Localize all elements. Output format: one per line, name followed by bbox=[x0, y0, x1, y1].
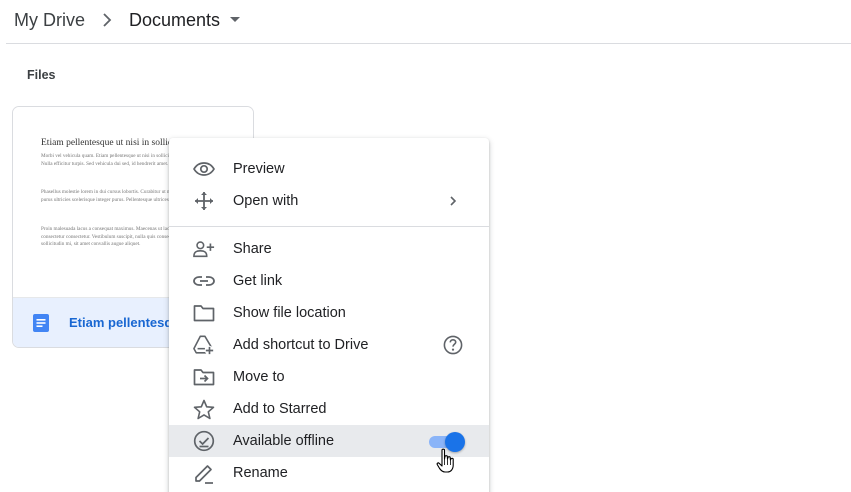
eye-icon bbox=[193, 158, 215, 180]
menu-item-label: Available offline bbox=[233, 433, 335, 449]
pencil-icon bbox=[193, 462, 215, 484]
menu-item-get-link[interactable]: Get link bbox=[169, 265, 489, 297]
files-section-label: Files bbox=[27, 68, 56, 82]
drive-page: My Drive Documents Files Etiam pellentes… bbox=[0, 0, 851, 492]
hand-pointer-cursor-icon bbox=[436, 448, 454, 473]
drive-shortcut-icon bbox=[193, 334, 215, 356]
person-add-icon bbox=[193, 238, 215, 260]
menu-item-label: Share bbox=[233, 241, 272, 257]
menu-item-label: Show file location bbox=[233, 305, 346, 321]
menu-item-preview[interactable]: Preview bbox=[169, 153, 489, 185]
menu-item-open-with[interactable]: Open with bbox=[169, 185, 489, 217]
menu-item-move-to[interactable]: Move to bbox=[169, 361, 489, 393]
breadcrumb-documents-label: Documents bbox=[129, 9, 221, 30]
menu-item-share[interactable]: Share bbox=[169, 233, 489, 265]
breadcrumb-documents[interactable]: Documents bbox=[129, 9, 241, 31]
menu-item-label: Open with bbox=[233, 193, 299, 209]
help-icon[interactable] bbox=[441, 333, 465, 357]
context-menu: Preview Open with Share Get link Show fi… bbox=[169, 138, 489, 492]
menu-item-label: Move to bbox=[233, 369, 285, 385]
folder-icon bbox=[193, 302, 215, 324]
menu-item-label: Add to Starred bbox=[233, 401, 327, 417]
breadcrumb-my-drive[interactable]: My Drive bbox=[14, 10, 85, 31]
menu-item-add-shortcut[interactable]: Add shortcut to Drive bbox=[169, 329, 489, 361]
chevron-right-icon bbox=[97, 10, 117, 30]
menu-item-label: Rename bbox=[233, 465, 288, 481]
move-arrows-icon bbox=[193, 190, 215, 212]
menu-item-add-to-starred[interactable]: Add to Starred bbox=[169, 393, 489, 425]
breadcrumb: My Drive Documents bbox=[14, 6, 241, 34]
move-to-folder-icon bbox=[193, 366, 215, 388]
star-icon bbox=[193, 398, 215, 420]
menu-item-label: Get link bbox=[233, 273, 283, 289]
caret-down-icon bbox=[230, 15, 241, 25]
menu-divider bbox=[169, 226, 489, 227]
menu-item-show-file-location[interactable]: Show file location bbox=[169, 297, 489, 329]
menu-item-label: Add shortcut to Drive bbox=[233, 337, 369, 353]
chevron-right-icon bbox=[441, 189, 465, 213]
offline-check-icon bbox=[193, 430, 215, 452]
header-divider bbox=[6, 43, 851, 44]
google-docs-icon bbox=[33, 313, 49, 332]
link-icon bbox=[193, 270, 215, 292]
menu-item-label: Preview bbox=[233, 161, 285, 177]
